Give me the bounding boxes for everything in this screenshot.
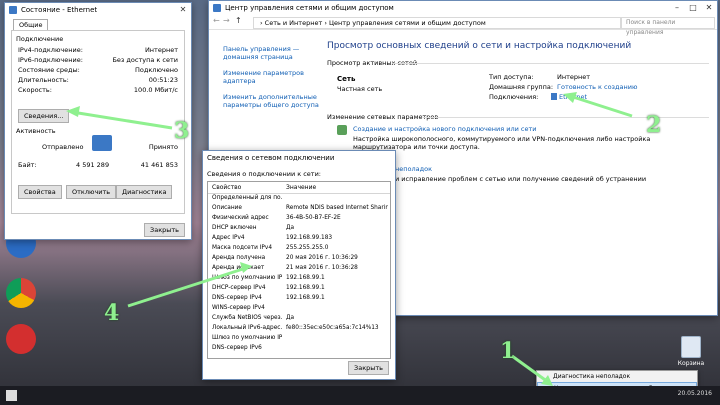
annotation-4: 4	[104, 300, 120, 326]
arrowhead-2	[563, 92, 577, 103]
arrowhead-3	[66, 106, 80, 117]
arrow-4	[127, 266, 247, 308]
annotation-2: 2	[646, 112, 662, 138]
annotation-3: 3	[174, 118, 190, 144]
arrow-3	[71, 110, 173, 130]
annotation-1: 1	[500, 338, 516, 364]
annotation-arrows	[66, 92, 633, 386]
arrowhead-4	[240, 262, 252, 273]
arrow-2	[569, 94, 633, 118]
arrow-1	[511, 354, 549, 384]
